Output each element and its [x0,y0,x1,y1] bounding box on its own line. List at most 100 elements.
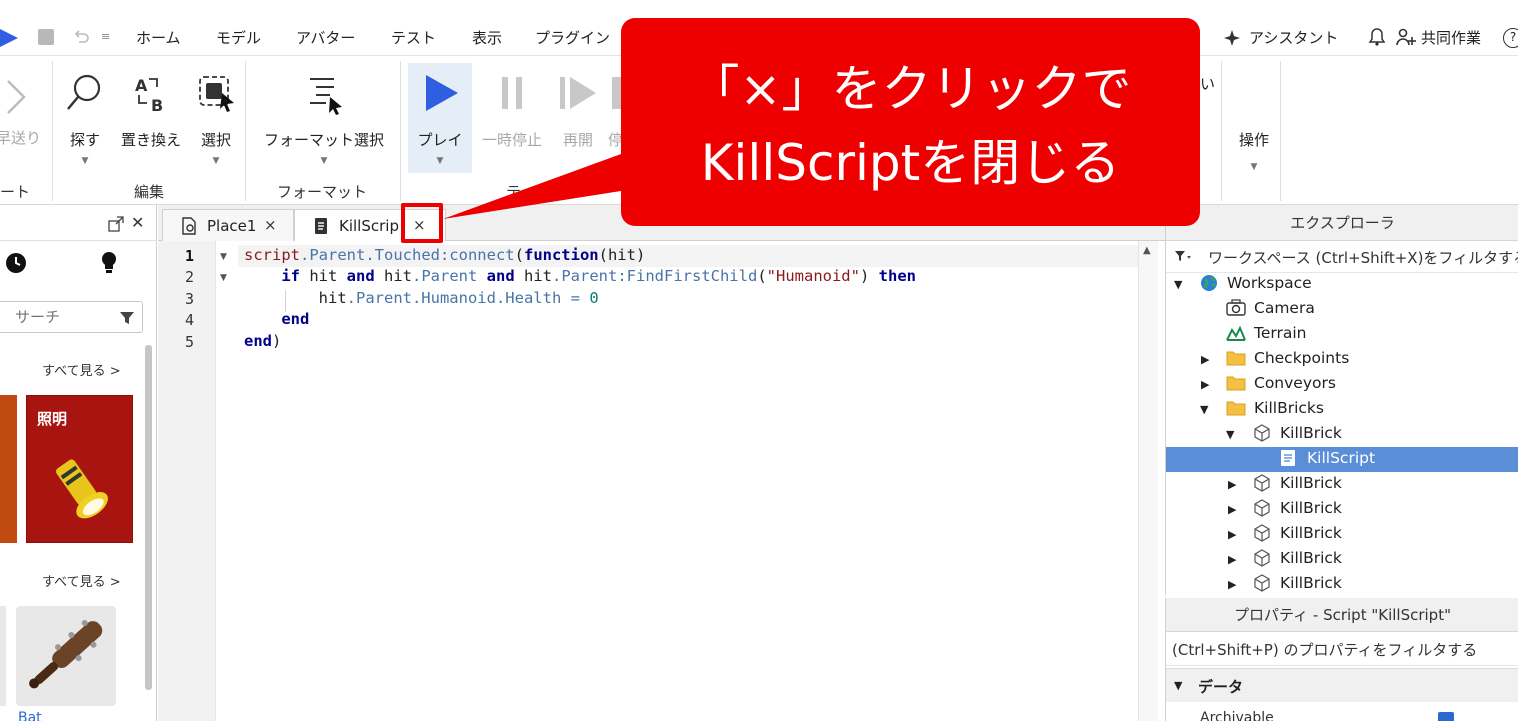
tree-label: KillBrick [1280,474,1342,492]
expand-arrow-icon[interactable]: ▶ [1228,578,1236,591]
expand-arrow-icon[interactable]: ▼ [1174,278,1182,291]
line-number: 3 [184,290,194,308]
fold-arrow-icon[interactable]: ▼ [220,273,227,283]
menu-view[interactable]: 表示 [472,27,502,48]
format-select-button[interactable]: フォーマット選択 ▼ [258,71,390,166]
tree-item-killbrick[interactable]: ▶ KillBrick [1166,472,1518,497]
menu-home[interactable]: ホーム [136,27,181,48]
select-label: 選択 [200,131,231,149]
bell-icon[interactable] [1368,27,1386,47]
toolbox-header: ✕ [0,205,157,241]
expand-arrow-icon[interactable]: ▶ [1228,528,1236,541]
tree-item-killbrick[interactable]: ▼ KillBrick [1166,422,1518,447]
undock-icon[interactable] [108,216,124,232]
stop-button[interactable]: 停 [608,71,622,150]
pause-button[interactable]: 一時停止 [479,71,545,150]
recent-clock-icon[interactable] [5,252,27,274]
menu-test[interactable]: テスト [391,27,436,48]
part-icon [1254,424,1270,442]
code-line-3: hit.Parent.Humanoid.Health = 0 [244,289,599,307]
quick-access-dropdown-icon[interactable]: ≡ [101,30,110,43]
resume-label: 再開 [562,131,593,149]
explorer-filter-input[interactable]: ワークスペース (Ctrl+Shift+X)をフィルタする [1166,241,1518,273]
expand-arrow-icon[interactable]: ▼ [1226,428,1234,441]
tab-killscript-label: KillScrip [339,217,399,235]
properties-panel: プロパティ - Script "KillScript" (Ctrl+Shift+… [1165,598,1518,721]
asset-card-partial-2[interactable] [0,606,6,706]
tree-item-killscript[interactable]: KillScript [1166,447,1518,472]
resume-button[interactable]: 再開 [556,71,600,150]
tree-label: KillBrick [1280,574,1342,592]
collapse-arrow-icon[interactable]: ▼ [1174,679,1182,692]
editor-scrollbar[interactable]: ▲ [1138,241,1158,721]
divider [400,61,401,201]
format-select-label: フォーマット選択 [263,131,384,149]
lightbulb-icon[interactable] [100,251,118,275]
tree-item-terrain[interactable]: Terrain [1166,322,1518,347]
collab-button[interactable]: 共同作業 [1421,27,1481,48]
section-label: データ [1198,678,1244,696]
code-line-2: if hit and hit.Parent and hit.Parent:Fin… [281,267,916,285]
expand-arrow-icon[interactable]: ▶ [1228,478,1236,491]
stop-quick-icon[interactable] [37,28,55,46]
archivable-checkbox[interactable] [1438,712,1454,721]
tab-place1[interactable]: Place1 × [162,209,294,241]
tree-item-conveyors[interactable]: ▶ Conveyors [1166,372,1518,397]
asset-card-partial[interactable] [0,395,17,543]
help-icon[interactable]: ? [1503,28,1518,48]
toolbox-search-input[interactable] [15,308,115,326]
code-line-1: script.Parent.Touched:connect(function(h… [244,246,646,264]
svg-text:B: B [151,96,163,115]
toolbox-search-field[interactable] [0,301,143,333]
tree-item-killbrick[interactable]: ▶ KillBrick [1166,547,1518,572]
actions-button[interactable]: 操作 ▼ [1234,129,1274,172]
select-button[interactable]: 選択 ▼ [194,71,238,166]
assistant-button[interactable]: アシスタント [1249,27,1338,48]
test-group-label: テ [506,183,522,201]
tree-item-camera[interactable]: Camera [1166,297,1518,322]
filter-icon[interactable] [119,310,135,326]
replace-ab-icon: AB [135,76,163,115]
play-quick-icon[interactable] [0,26,20,50]
tree-item-killbrick[interactable]: ▶ KillBrick [1166,572,1518,595]
camera-icon [1226,299,1246,316]
menu-avatar[interactable]: アバター [296,27,355,48]
code-editor[interactable] [238,241,1138,721]
tree-item-killbricks[interactable]: ▼ KillBricks [1166,397,1518,422]
expand-arrow-icon[interactable]: ▶ [1201,378,1209,391]
expand-arrow-icon[interactable]: ▶ [1228,553,1236,566]
properties-section-data[interactable]: ▼ データ [1166,668,1518,702]
collab-user-icon[interactable] [1396,27,1416,47]
undo-icon[interactable] [72,28,90,46]
tree-label: Workspace [1227,274,1312,292]
scroll-up-icon[interactable]: ▲ [1143,245,1151,256]
play-button[interactable]: プレイ ▼ [410,71,470,166]
toolbox-scrollbar[interactable] [145,345,152,690]
expand-arrow-icon[interactable]: ▶ [1228,503,1236,516]
see-all-link-1[interactable]: すべて見る > [42,360,121,379]
partial-right-label: い [1200,75,1216,93]
toolbox-close-icon[interactable]: ✕ [131,213,144,232]
replace-button[interactable]: AB 置き換え [118,71,184,150]
fold-arrow-icon[interactable]: ▼ [220,252,227,262]
folder-icon [1226,376,1246,391]
asset-card-bat[interactable] [16,606,116,706]
menu-plugins[interactable]: プラグイン [535,27,610,48]
asset-card-lighting[interactable]: 照明 [26,395,133,543]
tab-place1-label: Place1 [207,217,257,235]
filter-icon[interactable] [1174,250,1192,264]
expand-arrow-icon[interactable]: ▶ [1201,353,1209,366]
find-dropdown-icon: ▼ [81,156,89,166]
tree-item-checkpoints[interactable]: ▶ Checkpoints [1166,347,1518,372]
callout-line-1: 「×」をクリックで [689,60,1132,118]
tree-item-killbrick[interactable]: ▶ KillBrick [1166,497,1518,522]
see-all-link-2[interactable]: すべて見る > [42,571,121,590]
expand-arrow-icon[interactable]: ▼ [1200,403,1208,416]
tree-item-workspace[interactable]: ▼ Workspace [1166,272,1518,297]
find-button[interactable]: 探す ▼ [62,71,108,166]
properties-filter-input[interactable]: (Ctrl+Shift+P) のプロパティをフィルタする [1166,632,1518,666]
tab-place1-close-icon[interactable]: × [264,216,277,234]
menu-model[interactable]: モデル [216,27,261,48]
tree-item-killbrick[interactable]: ▶ KillBrick [1166,522,1518,547]
tree-label: KillBrick [1280,499,1342,517]
